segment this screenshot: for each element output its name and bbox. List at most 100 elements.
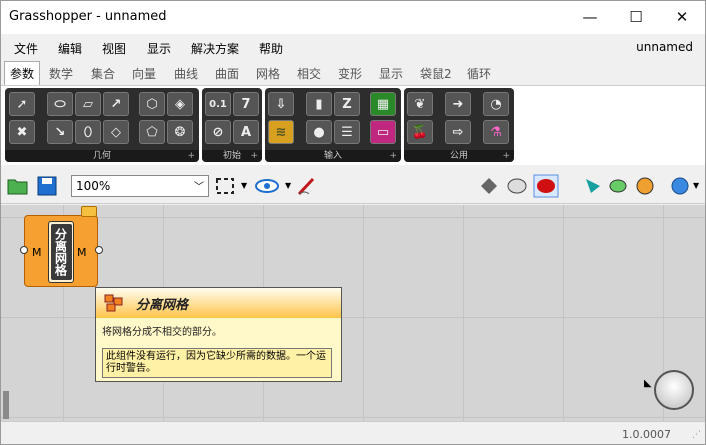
point-param-icon[interactable]: ➚ — [9, 92, 35, 116]
geometry-param-icon[interactable]: ◈ — [167, 92, 193, 116]
value-list-icon[interactable]: ☰ — [334, 120, 360, 144]
toggle-icon[interactable]: ▮ — [306, 92, 332, 116]
title-bar: Grasshopper - unnamed — ☐ ✕ — [1, 1, 705, 34]
panel-primitive-label: 初始 — [222, 151, 241, 161]
maximize-button[interactable]: ☐ — [613, 1, 659, 33]
resize-grip-icon[interactable]: ⋰ — [692, 430, 701, 440]
tooltip-header: 分离网格 — [96, 288, 341, 318]
tab-sets[interactable]: 集合 — [91, 65, 115, 82]
version-label: 1.0.0007 — [622, 428, 671, 441]
window-title: Grasshopper - unnamed — [9, 9, 167, 24]
save-icon[interactable] — [37, 176, 57, 196]
expand-icon[interactable]: + — [389, 150, 397, 162]
graph-mapper-icon[interactable]: ≋ — [268, 120, 294, 144]
nav-arrow-icon[interactable]: ◣ — [644, 378, 652, 389]
menu-view[interactable]: 视图 — [102, 40, 126, 57]
preview-shaded-icon[interactable] — [479, 176, 499, 196]
tab-vector[interactable]: 向量 — [132, 65, 156, 82]
eye-preview-icon[interactable] — [255, 177, 279, 195]
grasshopper-window: Grasshopper - unnamed — ☐ ✕ 文件 编辑 视图 显示 … — [0, 0, 706, 445]
chevron-down-icon[interactable]: ▼ — [241, 181, 247, 190]
tree-icon[interactable]: ❦ — [407, 92, 433, 116]
function-icon[interactable]: Z — [334, 92, 360, 116]
menu-help[interactable]: 帮助 — [259, 40, 283, 57]
panel-geometry-label: 几何 — [92, 151, 111, 161]
output-grip[interactable] — [95, 246, 103, 254]
warning-balloon-icon[interactable] — [81, 206, 97, 217]
zoom-dropdown[interactable]: 100% ﹀ — [71, 175, 209, 197]
chevron-down-icon[interactable]: ▼ — [693, 181, 699, 190]
expand-icon[interactable]: + — [502, 150, 510, 162]
tab-params[interactable]: 参数 — [4, 61, 41, 85]
line-param-icon[interactable]: ↗ — [103, 92, 129, 116]
preview-wire-icon[interactable] — [506, 176, 528, 196]
expand-icon[interactable]: + — [250, 150, 258, 162]
menu-display[interactable]: 显示 — [147, 40, 171, 57]
tab-mesh[interactable]: 网格 — [256, 65, 280, 82]
tab-loop[interactable]: 循环 — [467, 65, 491, 82]
bake-icon[interactable] — [583, 176, 603, 196]
navigation-compass[interactable] — [654, 370, 694, 410]
color-sphere-icon[interactable] — [635, 176, 655, 196]
gradient-icon[interactable]: ▭ — [370, 120, 396, 144]
text-param-icon[interactable]: A — [233, 120, 259, 144]
domain-param-icon[interactable]: ⊘ — [205, 120, 231, 144]
data-arrow-icon[interactable]: ➜ — [445, 92, 471, 116]
curve-param-icon[interactable]: ⬯ — [75, 120, 101, 144]
input-grip[interactable] — [20, 246, 28, 254]
panel-geometry: ➚ ⬭ ▱ ↗ ⬡ ◈ ✖ ↘ ⬯ ◇ ⬠ ❂ 几何 + — [5, 88, 199, 162]
input-label: M — [32, 246, 42, 259]
jump-icon[interactable]: ◔ — [483, 92, 509, 116]
output-label: M — [77, 246, 87, 259]
number-param-icon[interactable]: 0.1 — [205, 92, 231, 116]
sketch-pen-icon[interactable] — [297, 176, 319, 196]
tab-surface[interactable]: 曲面 — [215, 65, 239, 82]
mesh-param-icon[interactable]: ◇ — [103, 120, 129, 144]
tab-transform[interactable]: 变形 — [338, 65, 362, 82]
panel-input-footer[interactable]: 输入 + — [265, 150, 401, 162]
minimize-button[interactable]: — — [567, 1, 613, 33]
circle-param-icon[interactable]: ⬭ — [47, 92, 73, 116]
component-core: 分离网格 — [48, 221, 74, 283]
tab-curve[interactable]: 曲线 — [174, 65, 198, 82]
panel-primitive-footer[interactable]: 初始 + — [202, 150, 262, 162]
chevron-down-icon[interactable]: ▼ — [285, 181, 291, 190]
tab-display[interactable]: 显示 — [379, 65, 403, 82]
canvas-toolbar: 100% ﹀ ▼ ▼ ▼ — [1, 169, 705, 204]
panel-input: ⇩ ▮ Z ▦ ≋ ● ☰ ▭ 输入 + — [265, 88, 401, 162]
plane-param-icon[interactable]: ✖ — [9, 120, 35, 144]
tab-kangaroo2[interactable]: 袋鼠2 — [420, 65, 452, 82]
component-tab-bar: 参数 数学 集合 向量 曲线 曲面 网格 相交 变形 显示 袋鼠2 循环 — [1, 60, 705, 85]
menu-file[interactable]: 文件 — [14, 40, 38, 57]
panel-util-footer[interactable]: 公用 + — [404, 150, 514, 162]
import-icon[interactable]: ⇩ — [268, 92, 294, 116]
preview-selected-icon[interactable] — [533, 174, 559, 198]
chevron-down-icon: ﹀ — [194, 182, 204, 193]
tab-maths[interactable]: 数学 — [49, 65, 73, 82]
menu-edit[interactable]: 编辑 — [58, 40, 82, 57]
open-folder-icon[interactable] — [7, 176, 29, 196]
panel-primitive: 0.1 7 ⊘ A 初始 + — [202, 88, 262, 162]
close-button[interactable]: ✕ — [659, 1, 705, 33]
panel-geometry-footer[interactable]: 几何 + — [5, 150, 199, 162]
cherry-picker-icon[interactable]: 🍒 — [407, 120, 433, 144]
flask-icon[interactable]: ⚗ — [483, 120, 509, 144]
relay-arrow-icon[interactable]: ⇨ — [445, 120, 471, 144]
arc-param-icon[interactable]: ↘ — [47, 120, 73, 144]
field-param-icon[interactable]: ❂ — [167, 120, 193, 144]
menu-solution[interactable]: 解决方案 — [191, 40, 239, 57]
canvas-scrollbar[interactable] — [3, 391, 9, 419]
material-icon[interactable] — [608, 176, 628, 196]
image-sampler-icon[interactable]: ▦ — [370, 92, 396, 116]
status-bar: 1.0.0007 ⋰ — [1, 421, 705, 444]
box-param-icon[interactable]: ▱ — [75, 92, 101, 116]
zoom-extents-icon[interactable] — [214, 176, 236, 196]
split-mesh-component[interactable]: M 分离网格 M — [20, 215, 103, 287]
display-sphere-icon[interactable] — [670, 176, 690, 196]
tab-intersect[interactable]: 相交 — [297, 65, 321, 82]
integer-param-icon[interactable]: 7 — [233, 92, 259, 116]
surface-param-icon[interactable]: ⬠ — [139, 120, 165, 144]
expand-icon[interactable]: + — [187, 150, 195, 162]
brep-param-icon[interactable]: ⬡ — [139, 92, 165, 116]
button-icon[interactable]: ● — [306, 120, 332, 144]
